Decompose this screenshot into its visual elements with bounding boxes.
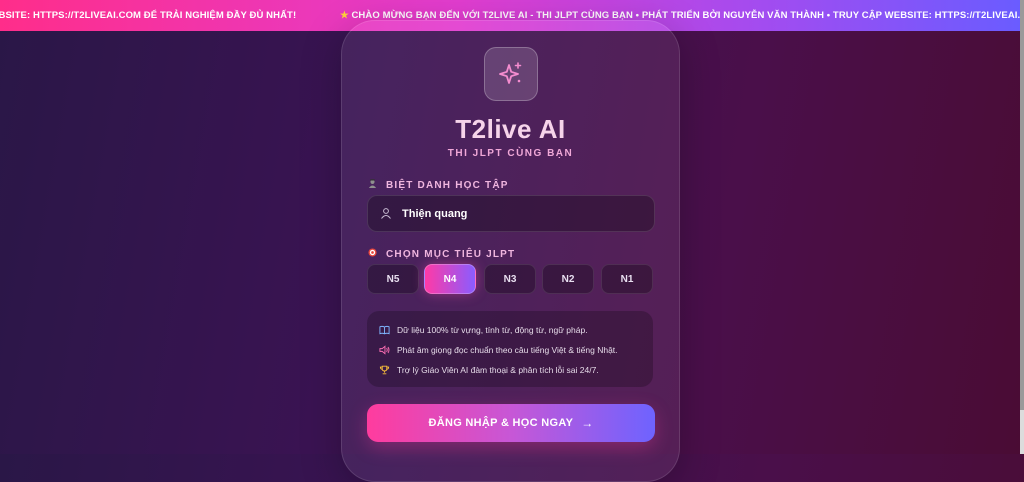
nickname-field[interactable] bbox=[367, 195, 655, 232]
target-label: CHỌN MỤC TIÊU JLPT bbox=[368, 248, 515, 260]
speaker-icon bbox=[379, 345, 391, 355]
level-n5-button[interactable]: N5 bbox=[367, 264, 419, 294]
feature-text: Phát âm giọng đọc chuẩn theo câu tiếng V… bbox=[397, 345, 618, 355]
app-title: T2live AI bbox=[455, 114, 566, 144]
nickname-input[interactable] bbox=[400, 204, 644, 224]
level-n4-button[interactable]: N4 bbox=[424, 264, 476, 294]
student-icon bbox=[368, 179, 381, 191]
book-icon bbox=[379, 325, 391, 335]
app-subtitle: THI JLPT CÙNG BẠN bbox=[447, 148, 574, 159]
level-n2-button[interactable]: N2 bbox=[542, 264, 594, 294]
login-card: T2live AI THI JLPT CÙNG BẠN BIỆT DANH HỌ… bbox=[341, 20, 680, 482]
target-icon bbox=[368, 248, 381, 260]
logo bbox=[484, 47, 538, 101]
nickname-label-text: BIỆT DANH HỌC TẬP bbox=[385, 180, 509, 191]
scrollbar-thumb[interactable] bbox=[1020, 0, 1024, 410]
target-label-text: CHỌN MỤC TIÊU JLPT bbox=[385, 249, 516, 260]
user-icon bbox=[381, 208, 391, 219]
login-button-label: ĐĂNG NHẬP & HỌC NGAY bbox=[428, 417, 574, 429]
feature-item: Phát âm giọng đọc chuẩn theo câu tiếng V… bbox=[379, 345, 618, 355]
scrollbar[interactable] bbox=[1020, 0, 1024, 454]
feature-text: Trợ lý Giáo Viên AI đàm thoại & phân tíc… bbox=[397, 365, 599, 375]
features-panel: Dữ liệu 100% từ vựng, tính từ, động từ, … bbox=[367, 311, 653, 387]
ticker-lead-text: WEBSITE: HTTPS://T2LIVEAI.COM ĐỂ TRẢI NG… bbox=[0, 10, 297, 21]
level-n1-button[interactable]: N1 bbox=[601, 264, 653, 294]
sparkles-icon bbox=[499, 62, 522, 84]
level-n3-button[interactable]: N3 bbox=[484, 264, 536, 294]
star-icon: ★ bbox=[340, 10, 349, 21]
arrow-right-icon: → bbox=[581, 416, 594, 430]
feature-item: Trợ lý Giáo Viên AI đàm thoại & phân tíc… bbox=[379, 365, 599, 375]
trophy-icon bbox=[379, 365, 391, 375]
nickname-label: BIỆT DANH HỌC TẬP bbox=[368, 179, 509, 191]
feature-text: Dữ liệu 100% từ vựng, tính từ, động từ, … bbox=[397, 325, 588, 335]
feature-item: Dữ liệu 100% từ vựng, tính từ, động từ, … bbox=[379, 325, 588, 335]
login-button[interactable]: ĐĂNG NHẬP & HỌC NGAY → bbox=[367, 404, 655, 442]
